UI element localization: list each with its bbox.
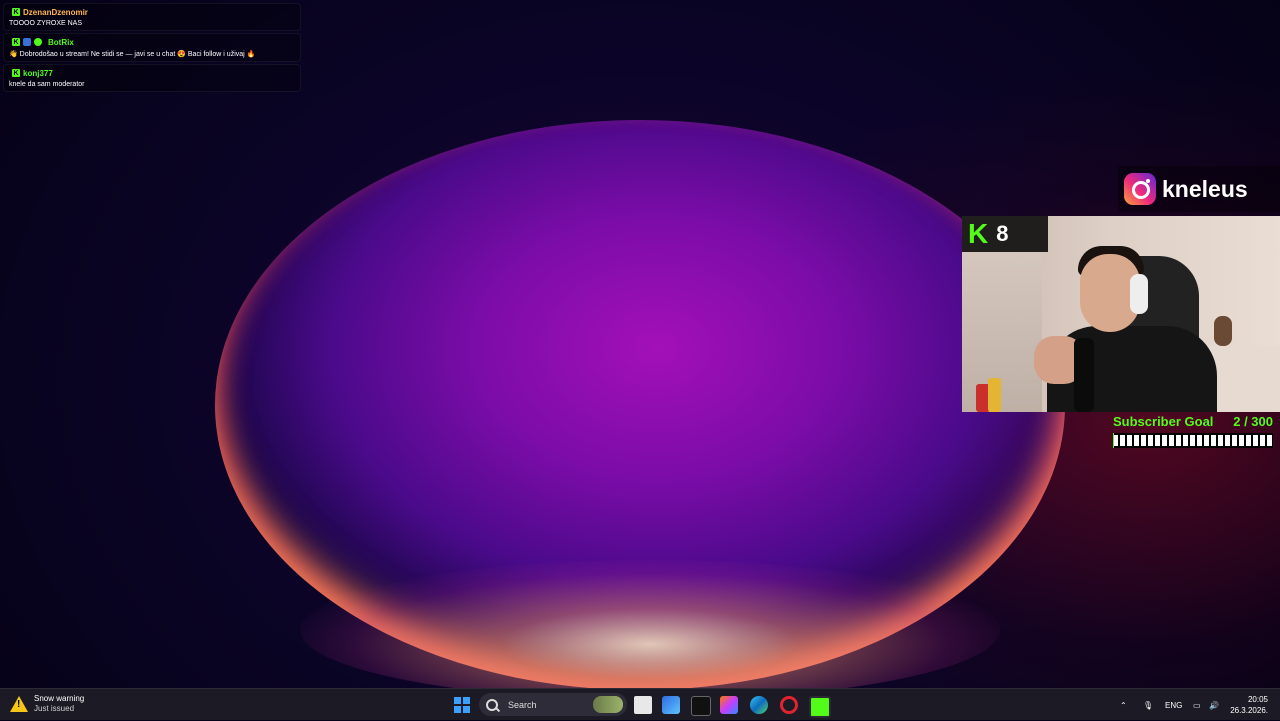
chat-username: DzenanDzenomir	[23, 7, 88, 17]
chat-text: TOOOO ZYROXE NAS	[9, 20, 82, 27]
show-hidden-icons[interactable]: ⌃	[1120, 689, 1127, 721]
kick-badge-icon: K	[12, 69, 20, 77]
clock-date: 26.3.2026.	[1230, 706, 1268, 715]
bot-badge-icon	[23, 38, 31, 46]
start-button[interactable]	[454, 697, 470, 713]
clock[interactable]: 20:05 26.3.2026.	[1230, 694, 1268, 716]
task-view-icon[interactable]	[634, 696, 652, 714]
chat-username: konj377	[23, 68, 53, 78]
chat-overlay: K DzenanDzenomir TOOOO ZYROXE NAS K BotR…	[3, 3, 301, 94]
warning-icon: !	[10, 696, 28, 712]
weather-widget[interactable]: ! Snow warning Just issued	[10, 694, 84, 714]
wallpaper-orb-glow	[300, 560, 1000, 688]
instagram-icon	[1124, 173, 1156, 205]
sub-goal-progress-bar	[1113, 433, 1273, 448]
store-icon[interactable]	[662, 696, 680, 714]
search-label: Search	[508, 699, 537, 710]
network-icon[interactable]: ▭	[1193, 689, 1201, 721]
taskbar: ! Snow warning Just issued Search ⌃ 🎙 EN…	[0, 688, 1280, 720]
clock-time: 20:05	[1247, 695, 1268, 704]
office-icon[interactable]	[720, 696, 738, 714]
kick-app-icon[interactable]	[809, 696, 831, 718]
search-highlight-icon	[593, 696, 623, 713]
kick-logo-icon: K	[968, 218, 989, 249]
capcut-icon[interactable]	[691, 696, 711, 716]
chat-text: knele da sam moderator	[9, 81, 85, 88]
weather-subtitle: Just issued	[34, 704, 75, 713]
sub-goal-progress-fill	[1113, 433, 1115, 448]
opera-icon[interactable]	[780, 696, 798, 714]
chat-message: K konj377 knele da sam moderator	[3, 64, 301, 92]
sub-goal-label: Subscriber Goal	[1113, 414, 1214, 429]
chat-message: K DzenanDzenomir TOOOO ZYROXE NAS	[3, 3, 301, 31]
edge-icon[interactable]	[750, 696, 768, 714]
instagram-tag: kneleus	[1118, 166, 1280, 212]
sub-goal-count: 2 / 300	[1233, 414, 1273, 429]
kick-badge-icon: K	[12, 8, 20, 16]
viewer-count: 8	[996, 221, 1009, 246]
chat-text: 👋 Dobrodošao u stream! Ne stidi se — jav…	[9, 51, 256, 58]
viewer-count-badge: K 8	[962, 216, 1048, 252]
kick-badge-icon: K	[12, 38, 20, 46]
microphone-icon[interactable]: 🎙	[1143, 689, 1153, 721]
language-indicator[interactable]: ENG	[1165, 689, 1182, 721]
instagram-handle: kneleus	[1162, 175, 1248, 202]
weather-title: Snow warning	[34, 694, 85, 703]
taskbar-search[interactable]: Search	[479, 693, 627, 716]
search-icon	[486, 698, 498, 711]
subscriber-goal: Subscriber Goal 2 / 300	[1113, 414, 1273, 452]
chat-username: BotRix	[48, 37, 74, 47]
chat-message: K BotRix 👋 Dobrodošao u stream! Ne stidi…	[3, 33, 301, 62]
volume-icon[interactable]: 🔊	[1209, 689, 1219, 721]
verified-badge-icon	[34, 38, 42, 46]
